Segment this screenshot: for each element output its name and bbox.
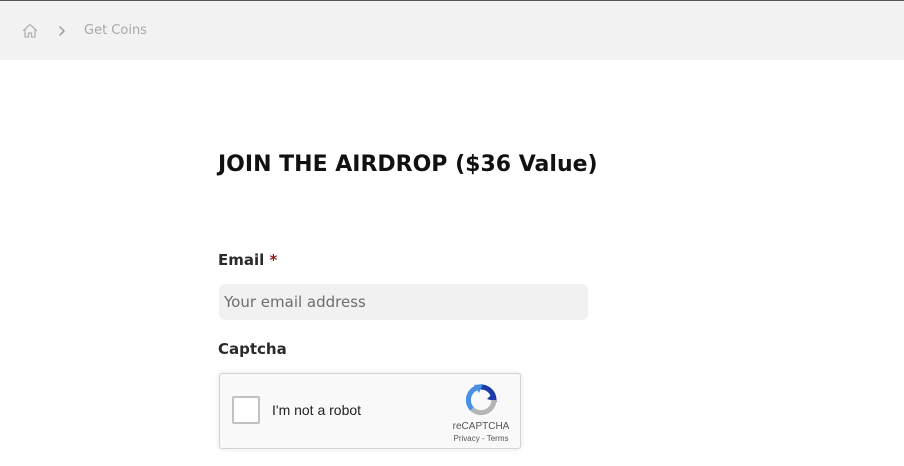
breadcrumb-current: Get Coins [84, 23, 147, 38]
email-field[interactable] [219, 284, 588, 320]
recaptcha-privacy-link[interactable]: Privacy [454, 434, 480, 443]
email-label: Email * [218, 250, 277, 270]
captcha-label: Captcha [218, 340, 287, 358]
recaptcha-brand: reCAPTCHA [452, 421, 510, 432]
recaptcha-logo-icon [464, 383, 498, 417]
recaptcha-terms-link[interactable]: Terms [487, 434, 509, 443]
breadcrumb: Get Coins [0, 1, 904, 60]
recaptcha-checkbox[interactable] [232, 396, 260, 424]
required-marker: * [269, 251, 278, 269]
recaptcha-link-separator: - [479, 434, 487, 443]
email-label-text: Email [218, 251, 265, 269]
recaptcha-widget: I'm not a robot reCAPTCHA Privacy - Term… [219, 373, 521, 449]
recaptcha-links: Privacy - Terms [442, 434, 520, 443]
chevron-right-icon [56, 23, 68, 39]
recaptcha-checkbox-label: I'm not a robot [272, 402, 362, 418]
home-icon[interactable] [21, 22, 39, 40]
page-title: JOIN THE AIRDROP ($36 Value) [218, 152, 598, 177]
